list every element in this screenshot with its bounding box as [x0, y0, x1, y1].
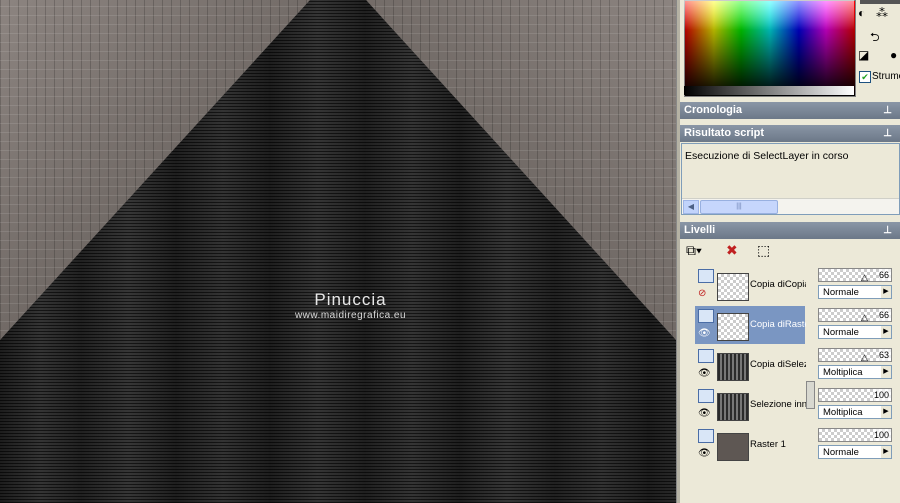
- swap-colors-icon[interactable]: ⮌: [870, 28, 880, 49]
- layer-row[interactable]: 👁 Copia diSelez: [695, 346, 806, 384]
- pin-icon[interactable]: ⊥: [883, 102, 892, 119]
- history-panel-title[interactable]: Cronologia ⊥: [680, 102, 900, 119]
- layer-name: Copia diCopia: [750, 279, 806, 290]
- script-horizontal-scrollbar[interactable]: ◀ |||: [682, 198, 899, 214]
- blend-mode-value: Normale: [823, 447, 859, 458]
- script-panel-title[interactable]: Risultato script ⊥: [680, 125, 900, 142]
- scroll-left-icon[interactable]: ◀: [683, 200, 699, 214]
- foreground-swatch[interactable]: [860, 0, 900, 4]
- layer-name: Copia diSelez: [750, 359, 806, 370]
- scroll-thumb[interactable]: |||: [700, 200, 778, 214]
- pin-icon[interactable]: ⊥: [883, 222, 892, 239]
- opacity-value: 63: [878, 349, 891, 361]
- history-title-text: Cronologia: [684, 104, 743, 116]
- opacity-slider[interactable]: 100: [818, 428, 892, 442]
- image-canvas[interactable]: Pinuccia www.maidiregrafica.eu: [0, 0, 676, 503]
- blend-mode-value: Moltiplica: [823, 367, 863, 378]
- layers-title-text: Livelli: [684, 224, 716, 236]
- hidden-icon[interactable]: ⊘: [698, 288, 706, 299]
- chevron-right-icon: ▶: [881, 446, 891, 458]
- layer-thumbnail: [717, 273, 749, 301]
- layers-vertical-scrollbar[interactable]: [806, 266, 815, 503]
- layer-name: Selezione inn: [750, 399, 806, 410]
- eye-icon[interactable]: 👁: [698, 328, 711, 339]
- opacity-slider[interactable]: △ 66: [818, 308, 892, 322]
- layer-type-icon: [698, 309, 714, 323]
- layer-row[interactable]: 👁 Selezione inn: [695, 386, 806, 424]
- delete-layer-icon[interactable]: ✖: [726, 242, 738, 259]
- grayscale-strip[interactable]: [684, 86, 854, 95]
- color-palette[interactable]: [684, 0, 856, 97]
- layer-properties: △ 63 Moltiplica ▶: [816, 346, 900, 384]
- blend-mode-value: Normale: [823, 287, 859, 298]
- opacity-slider[interactable]: 100: [818, 388, 892, 402]
- opacity-value: 100: [873, 429, 891, 441]
- layer-thumbnail: [717, 433, 749, 461]
- layer-properties: 100 Normale ▶: [816, 426, 900, 464]
- chevron-right-icon: ▶: [881, 406, 891, 418]
- chevron-right-icon: ▶: [881, 286, 891, 298]
- background-swatch-icon[interactable]: ●: [890, 48, 897, 62]
- script-output-text: Esecuzione di SelectLayer in corso: [685, 150, 849, 162]
- chevron-right-icon: ▶: [881, 366, 891, 378]
- layer-thumbnail: [717, 393, 749, 421]
- script-title-text: Risultato script: [684, 127, 765, 139]
- watermark: Pinuccia www.maidiregrafica.eu: [288, 290, 413, 321]
- layer-row[interactable]: 👁 Copia diRaster: [695, 306, 806, 344]
- script-output-box: Esecuzione di SelectLayer in corso ◀ |||: [681, 143, 900, 215]
- layer-type-icon: [698, 389, 714, 403]
- layer-thumbnail: [717, 313, 749, 341]
- eye-icon[interactable]: 👁: [698, 408, 711, 419]
- layer-properties: △ 66 Normale ▶: [816, 266, 900, 304]
- tools-checkbox[interactable]: ✔: [859, 71, 871, 83]
- watermark-url: www.maidiregrafica.eu: [294, 310, 407, 321]
- layer-type-icon: [698, 429, 714, 443]
- opacity-value: 66: [878, 309, 891, 321]
- blend-mode-select[interactable]: Normale ▶: [818, 325, 892, 339]
- chevron-right-icon: ▶: [881, 326, 891, 338]
- opacity-slider[interactable]: △ 66: [818, 268, 892, 282]
- eye-icon[interactable]: 👁: [698, 448, 711, 459]
- layer-name: Raster 1: [750, 439, 786, 450]
- blend-mode-value: Moltiplica: [823, 407, 863, 418]
- layers-scroll-thumb[interactable]: [806, 381, 815, 409]
- watermark-name: Pinuccia: [314, 290, 387, 309]
- layer-type-icon: [698, 269, 714, 283]
- new-layer-icon[interactable]: ⧉▾: [686, 242, 702, 259]
- edit-selection-icon[interactable]: ⬚: [757, 242, 770, 259]
- layer-row[interactable]: 👁 Raster 1: [695, 426, 805, 464]
- layer-thumbnail: [717, 353, 749, 381]
- default-colors-icon[interactable]: ◪: [858, 48, 869, 62]
- eye-icon[interactable]: 👁: [698, 368, 711, 379]
- layer-properties: △ 66 Normale ▶: [816, 306, 900, 344]
- pin-icon[interactable]: ⊥: [883, 125, 892, 142]
- opacity-value: 66: [878, 269, 891, 281]
- opacity-slider[interactable]: △ 63: [818, 348, 892, 362]
- layers-list: ⊘ Copia diCopia △ 66 Normale ▶ 👁 Copia diR…: [681, 266, 900, 503]
- layer-properties: 100 Moltiplica ▶: [816, 386, 900, 424]
- blend-mode-select[interactable]: Moltiplica ▶: [818, 365, 892, 379]
- blend-mode-select[interactable]: Normale ▶: [818, 285, 892, 299]
- layer-row[interactable]: ⊘ Copia diCopia: [695, 266, 806, 304]
- tools-checkbox-label: Strume: [872, 71, 900, 82]
- layers-panel-title[interactable]: Livelli ⊥: [680, 222, 900, 239]
- texture-icon[interactable]: ⁂: [876, 6, 888, 20]
- opacity-value: 100: [873, 389, 891, 401]
- blend-mode-select[interactable]: Normale ▶: [818, 445, 892, 459]
- blend-mode-select[interactable]: Moltiplica ▶: [818, 405, 892, 419]
- layer-type-icon: [698, 349, 714, 363]
- blend-mode-value: Normale: [823, 327, 859, 338]
- layer-name: Copia diRaster: [750, 319, 806, 330]
- contrast-icon[interactable]: ◐: [858, 6, 865, 20]
